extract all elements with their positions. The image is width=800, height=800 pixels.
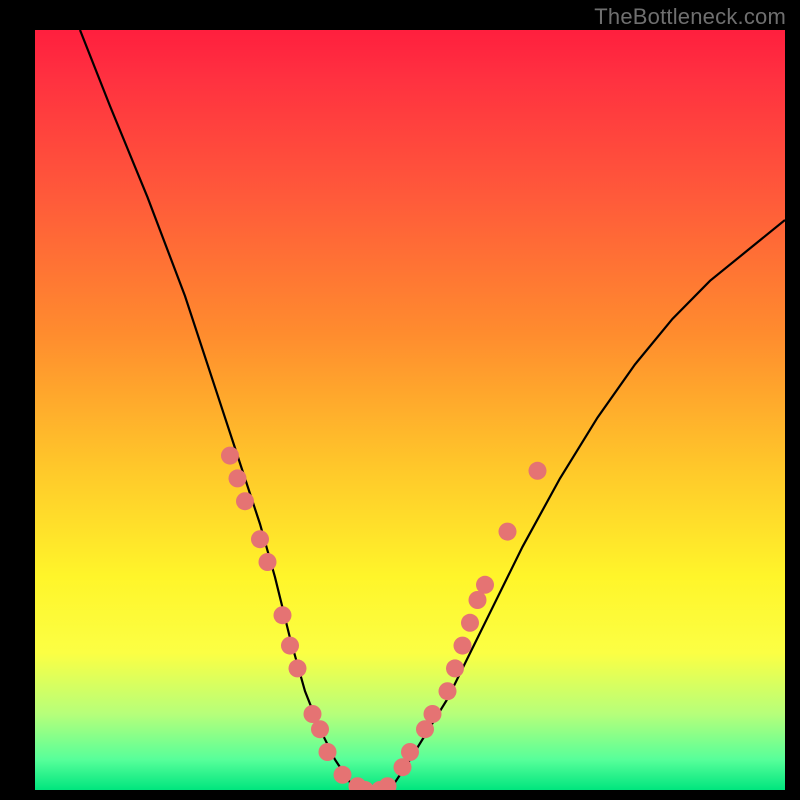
chart-frame: TheBottleneck.com (0, 0, 800, 800)
curve-marker (439, 682, 457, 700)
curve-marker (281, 637, 299, 655)
chart-plot-area (35, 30, 785, 790)
bottleneck-curve (80, 30, 785, 790)
curve-marker (274, 606, 292, 624)
curve-marker (259, 553, 277, 571)
curve-marker (289, 659, 307, 677)
curve-marker (529, 462, 547, 480)
watermark-text: TheBottleneck.com (594, 4, 786, 30)
curve-marker (401, 743, 419, 761)
curve-marker (446, 659, 464, 677)
curve-marker (454, 637, 472, 655)
curve-marker (311, 720, 329, 738)
curve-marker (319, 743, 337, 761)
curve-marker (379, 777, 397, 790)
curve-marker (461, 614, 479, 632)
curve-marker (334, 766, 352, 784)
curve-marker (251, 530, 269, 548)
curve-marker (424, 705, 442, 723)
curve-marker (499, 523, 517, 541)
curve-marker (476, 576, 494, 594)
curve-markers (221, 447, 547, 790)
curve-marker (236, 492, 254, 510)
curve-marker (221, 447, 239, 465)
chart-svg (35, 30, 785, 790)
curve-marker (229, 469, 247, 487)
